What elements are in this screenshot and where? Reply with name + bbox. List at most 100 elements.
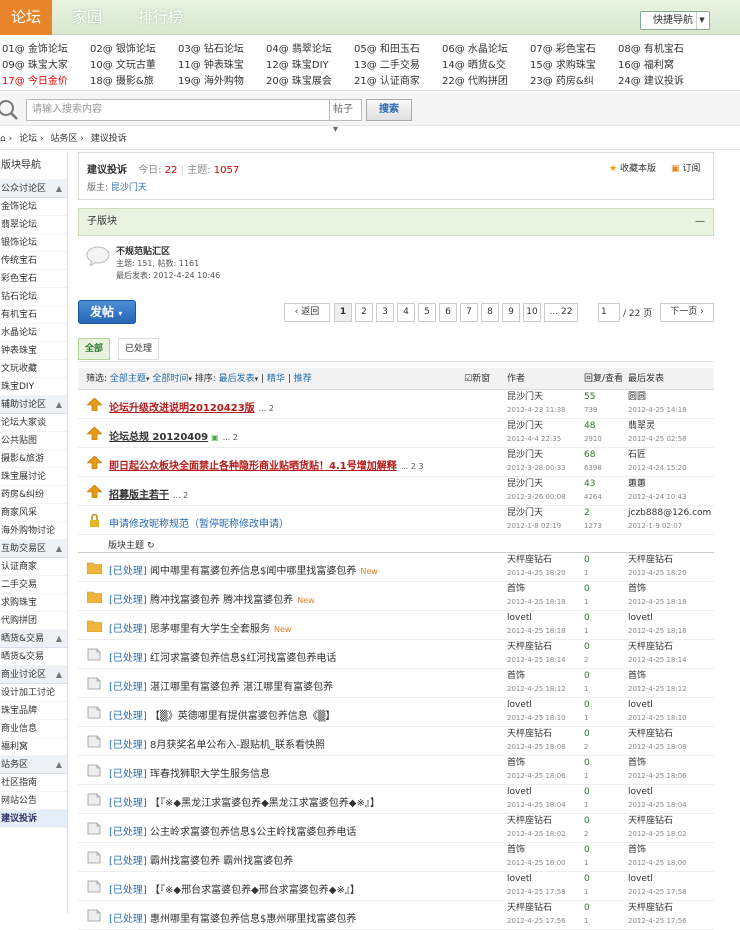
sidebar-group-header[interactable]: 互助交易区 ▲ <box>0 540 67 558</box>
forum-link[interactable]: 01@ 金饰论坛 <box>2 40 68 55</box>
subscribe-button[interactable]: ▣ 订阅 <box>671 161 700 174</box>
last-poster[interactable]: 首饰 <box>628 670 687 683</box>
sidebar-item[interactable]: 水晶论坛 <box>0 324 67 342</box>
tab-forum[interactable]: 论坛 <box>0 0 52 35</box>
sidebar-item[interactable]: 有机宝石 <box>0 306 67 324</box>
forum-link[interactable]: 20@ 珠宝展会 <box>266 72 332 87</box>
last-poster[interactable]: 石匠 <box>628 449 687 462</box>
filter-digest[interactable]: 精华 <box>267 374 285 384</box>
new-window-toggle[interactable]: ☑新窗 <box>464 368 490 390</box>
last-poster[interactable]: 天枰座钻石 <box>628 728 687 741</box>
sidebar-item[interactable]: 论坛大家谈 <box>0 414 67 432</box>
sidebar-group-header[interactable]: 辅助讨论区 ▲ <box>0 396 67 414</box>
page-link[interactable]: 9 <box>502 303 520 322</box>
sidebar-item[interactable]: 海外购物讨论 <box>0 522 67 540</box>
next-page-button[interactable]: 下一页 › <box>660 303 714 322</box>
forum-link[interactable]: 16@ 福利窝 <box>618 56 674 71</box>
last-poster[interactable]: 圆圆 <box>628 391 687 404</box>
thread-category[interactable]: [已处理] <box>109 856 147 867</box>
breadcrumb-forum[interactable]: 论坛 <box>19 134 37 144</box>
sidebar-item[interactable]: 药房&纠纷 <box>0 486 67 504</box>
thread-author[interactable]: 首饰 <box>507 670 566 683</box>
subforum-link[interactable]: 不规范贴汇区 <box>116 244 170 257</box>
forum-link[interactable]: 04@ 翡翠论坛 <box>266 40 332 55</box>
forum-link[interactable]: 10@ 文玩古董 <box>90 56 156 71</box>
sidebar-item[interactable]: 传统宝石 <box>0 252 67 270</box>
sidebar-item[interactable]: 珠宝DIY <box>0 378 67 396</box>
thread-title-link[interactable]: 即日起公众板块全面禁止各种隐形商业贴晒货贴！4.1号增加解释 <box>109 461 397 472</box>
thread-author[interactable]: 天枰座钻石 <box>507 902 566 915</box>
last-poster[interactable]: 首饰 <box>628 583 687 596</box>
thread-author[interactable]: lovetl <box>507 699 566 712</box>
last-poster[interactable]: lovetl <box>628 873 687 886</box>
sidebar-item[interactable]: 晒货&交易 <box>0 648 67 666</box>
tab-ranking[interactable]: 排行榜 <box>128 0 193 35</box>
thread-author[interactable]: 首饰 <box>507 757 566 770</box>
thread-author[interactable]: 昆沙门天 <box>507 449 566 462</box>
forum-link[interactable]: 13@ 二手交易 <box>354 56 420 71</box>
sidebar-group-header[interactable]: 晒货&交易 ▲ <box>0 630 67 648</box>
sidebar-item[interactable]: 银饰论坛 <box>0 234 67 252</box>
collapse-icon[interactable]: — <box>695 209 705 235</box>
thread-title-link[interactable]: 论坛升级改进说明20120423版 <box>109 403 255 414</box>
thread-author[interactable]: 昆沙门天 <box>507 391 566 404</box>
sidebar-group-header[interactable]: 公众讨论区 ▲ <box>0 180 67 198</box>
page-link[interactable]: ... 22 <box>544 303 578 322</box>
page-link[interactable]: 4 <box>397 303 415 322</box>
thread-category[interactable]: [已处理] <box>109 595 147 606</box>
sidebar-item[interactable]: 文玩收藏 <box>0 360 67 378</box>
thread-title-link[interactable]: 招募版主若干 <box>109 490 169 501</box>
thread-title-link[interactable]: 论坛总规 20120409 <box>109 432 208 443</box>
last-poster[interactable]: lovetl <box>628 699 687 712</box>
page-link[interactable]: 3 <box>376 303 394 322</box>
last-poster[interactable]: lovetl <box>628 786 687 799</box>
thread-title-link[interactable]: 思茅哪里有大学生全套服务 <box>150 624 270 635</box>
forum-link[interactable]: 07@ 彩色宝石 <box>530 40 596 55</box>
last-poster[interactable]: jczb888@126.com <box>628 507 711 520</box>
forum-link[interactable]: 09@ 珠宝大家 <box>2 56 68 71</box>
sidebar-item[interactable]: 福利窝 <box>0 738 67 756</box>
sidebar-item[interactable]: 设计加工讨论 <box>0 684 67 702</box>
thread-category[interactable]: [已处理] <box>109 885 147 896</box>
thread-author[interactable]: 首饰 <box>507 844 566 857</box>
thread-author[interactable]: 昆沙门天 <box>507 420 561 433</box>
thread-title-link[interactable]: 【『※◆邢台求富婆包养◆邢台求富婆包养◆※』】 <box>150 885 360 896</box>
thread-title-link[interactable]: 霸州找富婆包养 霸州找富婆包养 <box>150 856 293 867</box>
sidebar-item[interactable]: 代购拼团 <box>0 612 67 630</box>
sidebar-item[interactable]: 网站公告 <box>0 792 67 810</box>
thread-category[interactable]: [已处理] <box>109 682 147 693</box>
forum-link[interactable]: 19@ 海外购物 <box>178 72 244 87</box>
sort-by[interactable]: 最后发表 <box>219 374 255 384</box>
forum-link[interactable]: 24@ 建议投诉 <box>618 72 684 87</box>
thread-title-link[interactable]: 【▒》英德哪里有提供富婆包养信息《▒】 <box>150 711 335 722</box>
forum-link[interactable]: 12@ 珠宝DIY <box>266 56 329 71</box>
thread-author[interactable]: 天枰座钻石 <box>507 815 566 828</box>
thread-category[interactable]: [已处理] <box>109 827 147 838</box>
sidebar-item[interactable]: 建议投诉 <box>0 810 67 828</box>
thread-author[interactable]: 昆沙门天 <box>507 478 566 491</box>
forum-link[interactable]: 21@ 认证商家 <box>354 72 420 87</box>
last-poster[interactable]: 首饰 <box>628 844 687 857</box>
thread-title-link[interactable]: 湛江哪里有富婆包养 湛江哪里有富婆包养 <box>150 682 333 693</box>
thread-category[interactable]: [已处理] <box>109 914 147 925</box>
last-poster[interactable]: 天枰座钻石 <box>628 902 687 915</box>
last-poster[interactable]: 蕙蕙 <box>628 478 687 491</box>
thread-title-link[interactable]: 红河求富婆包养信息$红河找富婆包养电话 <box>150 653 336 664</box>
thread-title-link[interactable]: 申请修改昵称规范（暂停昵称修改申请） <box>109 519 289 530</box>
thread-category[interactable]: [已处理] <box>109 798 147 809</box>
search-button[interactable]: 搜索 <box>366 99 412 121</box>
sidebar-item[interactable]: 商家风采 <box>0 504 67 522</box>
forum-link[interactable]: 11@ 钟表珠宝 <box>178 56 244 71</box>
last-poster[interactable]: 首饰 <box>628 757 687 770</box>
thread-pages[interactable]: ... 2 <box>223 433 238 442</box>
last-poster[interactable]: 天枰座钻石 <box>628 554 687 567</box>
page-link[interactable]: 5 <box>418 303 436 322</box>
last-poster[interactable]: 翡翠灵 <box>628 420 687 433</box>
sidebar-item[interactable]: 二手交易 <box>0 576 67 594</box>
breadcrumb-current[interactable]: 建议投诉 <box>91 134 127 144</box>
last-poster[interactable]: 天枰座钻石 <box>628 641 687 654</box>
sidebar-item[interactable]: 彩色宝石 <box>0 270 67 288</box>
sidebar-item[interactable]: 商业信息 <box>0 720 67 738</box>
forum-link[interactable]: 15@ 求购珠宝 <box>530 56 596 71</box>
filter-all-time[interactable]: 全部时间 <box>152 374 188 384</box>
